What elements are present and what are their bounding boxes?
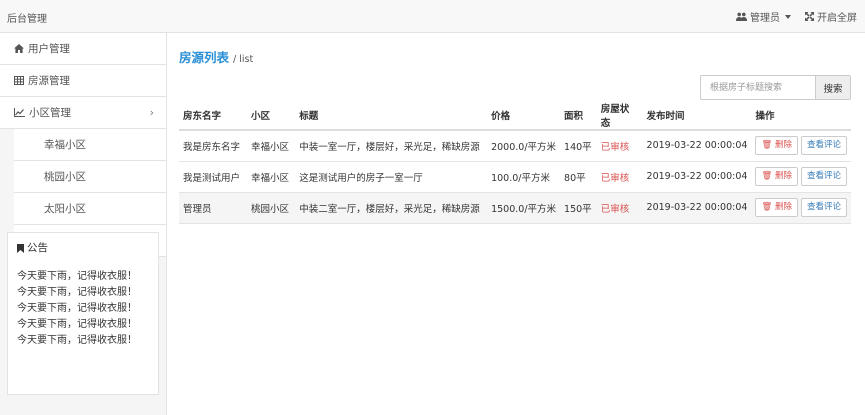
app-brand[interactable]: 后台管理 (7, 10, 47, 25)
cell-area: 140平 (560, 130, 597, 162)
users-icon (736, 12, 747, 21)
notice-line: 今天要下雨，记得收衣服！ (17, 319, 137, 330)
search-button[interactable]: 搜索 (815, 75, 851, 100)
top-navbar: 后台管理 管理员 开启全屏 (0, 0, 865, 33)
fullscreen-icon (805, 12, 814, 21)
notice-line: 今天要下雨，记得收衣服！ (17, 287, 137, 298)
delete-label: 删除 (774, 140, 792, 151)
search-bar: 搜索 (700, 75, 851, 100)
table-header-row: 房东名字 小区 标题 价格 面积 房屋状态 发布时间 操作 (179, 101, 851, 131)
cell-actions: 🗑 删除 查看评论 (751, 161, 851, 193)
chevron-right-icon: › (149, 106, 154, 119)
caret-down-icon (785, 14, 791, 19)
cell-status: 已审核 (596, 192, 643, 224)
cell-area: 80平 (560, 161, 597, 193)
sidebar-subitem-taoyuan[interactable]: 桃园小区 (14, 161, 166, 193)
sidebar-subitem-xingfu[interactable]: 幸福小区 (14, 129, 166, 161)
table-row: 管理员 桃园小区 中装二室一厅，楼层好，采光足，稀缺房源 1500.0/平方米 … (179, 192, 851, 224)
fullscreen-button[interactable]: 开启全屏 (805, 9, 857, 24)
table-row: 我是房东名字 幸福小区 中装一室一厅，楼层好，采光足，稀缺房源 2000.0/平… (179, 130, 851, 162)
delete-button[interactable]: 🗑 删除 (755, 198, 798, 217)
notice-body: 今天要下雨，记得收衣服！ 今天要下雨，记得收衣服！ 今天要下雨，记得收衣服！ 今… (8, 263, 158, 355)
cell-time: 2019-03-22 00:00:04 (642, 130, 752, 162)
sidebar-item-label: 小区管理 (29, 106, 71, 119)
table-row: 我是测试用户 幸福小区 这是测试用户的房子一室一厅 100.0/平方米 80平 … (179, 161, 851, 193)
cell-community: 幸福小区 (246, 130, 296, 162)
delete-label: 删除 (774, 202, 792, 212)
notice-line: 今天要下雨，记得收衣服！ (17, 303, 137, 314)
cell-status: 已审核 (596, 161, 643, 193)
view-comments-button[interactable]: 查看评论 (800, 198, 847, 217)
cell-title: 这是测试用户的房子一室一厅 (295, 161, 488, 193)
col-title: 标题 (295, 101, 488, 131)
delete-label: 删除 (774, 171, 792, 181)
cell-community: 幸福小区 (246, 161, 296, 193)
cell-owner: 我是测试用户 (179, 161, 247, 193)
breadcrumb-sub: / list (233, 54, 254, 65)
sidebar-item-communities[interactable]: 小区管理 › (0, 97, 166, 129)
bookmark-icon (17, 243, 24, 253)
col-area: 面积 (560, 101, 597, 131)
cell-time: 2019-03-22 00:00:04 (642, 161, 752, 193)
main-content: 房源列表 / list 搜索 房东名字 小区 标题 价格 面积 房屋状态 发布时… (167, 33, 865, 415)
trash-icon: 🗑 (761, 202, 773, 212)
col-actions: 操作 (751, 101, 851, 131)
sidebar-item-label: 用户管理 (28, 42, 70, 55)
view-comments-button[interactable]: 查看评论 (800, 167, 847, 186)
user-menu[interactable]: 管理员 (736, 9, 791, 24)
cell-community: 桃园小区 (246, 192, 296, 224)
col-community: 小区 (246, 101, 296, 131)
col-price: 价格 (487, 101, 561, 131)
cell-price: 100.0/平方米 (487, 161, 561, 193)
trash-icon: 🗑 (761, 140, 773, 151)
home-icon (14, 44, 24, 53)
cell-title: 中装一室一厅，楼层好，采光足，稀缺房源 (295, 130, 488, 162)
trash-icon: 🗑 (761, 171, 773, 181)
fullscreen-label: 开启全屏 (817, 13, 857, 24)
line-chart-icon (14, 108, 25, 117)
cell-owner: 管理员 (179, 192, 247, 224)
search-input[interactable] (700, 75, 815, 100)
table-icon (14, 76, 24, 85)
page-title: 房源列表 (179, 50, 230, 65)
cell-time: 2019-03-22 00:00:04 (642, 192, 752, 224)
sidebar-subitem-taiyang[interactable]: 太阳小区 (14, 193, 166, 225)
delete-button[interactable]: 🗑 删除 (755, 136, 798, 156)
cell-status: 已审核 (596, 130, 643, 162)
notice-header: 公告 (8, 233, 158, 263)
user-menu-label: 管理员 (750, 13, 780, 24)
delete-button[interactable]: 🗑 删除 (755, 167, 798, 186)
notice-panel: 公告 今天要下雨，记得收衣服！ 今天要下雨，记得收衣服！ 今天要下雨，记得收衣服… (7, 232, 159, 395)
sidebar-item-label: 房源管理 (28, 74, 70, 87)
cell-area: 150平 (560, 192, 597, 224)
cell-price: 2000.0/平方米 (487, 130, 561, 162)
house-table: 房东名字 小区 标题 价格 面积 房屋状态 发布时间 操作 我是房东名字 幸福小… (179, 101, 851, 224)
col-status: 房屋状态 (596, 101, 643, 131)
cell-title: 中装二室一厅，楼层好，采光足，稀缺房源 (295, 192, 488, 224)
cell-actions: 🗑 删除 查看评论 (751, 192, 851, 224)
view-comments-button[interactable]: 查看评论 (800, 136, 847, 156)
sidebar-item-houses[interactable]: 房源管理 (0, 65, 166, 97)
notice-title: 公告 (27, 242, 48, 254)
cell-actions: 🗑 删除 查看评论 (751, 130, 851, 162)
col-owner: 房东名字 (179, 101, 247, 131)
col-time: 发布时间 (642, 101, 752, 131)
notice-line: 今天要下雨，记得收衣服！ (17, 335, 137, 346)
breadcrumb: 房源列表 / list (179, 47, 253, 66)
cell-price: 1500.0/平方米 (487, 192, 561, 224)
sidebar-item-users[interactable]: 用户管理 (0, 33, 166, 65)
notice-line: 今天要下雨，记得收衣服！ (17, 271, 137, 282)
cell-owner: 我是房东名字 (179, 130, 247, 162)
